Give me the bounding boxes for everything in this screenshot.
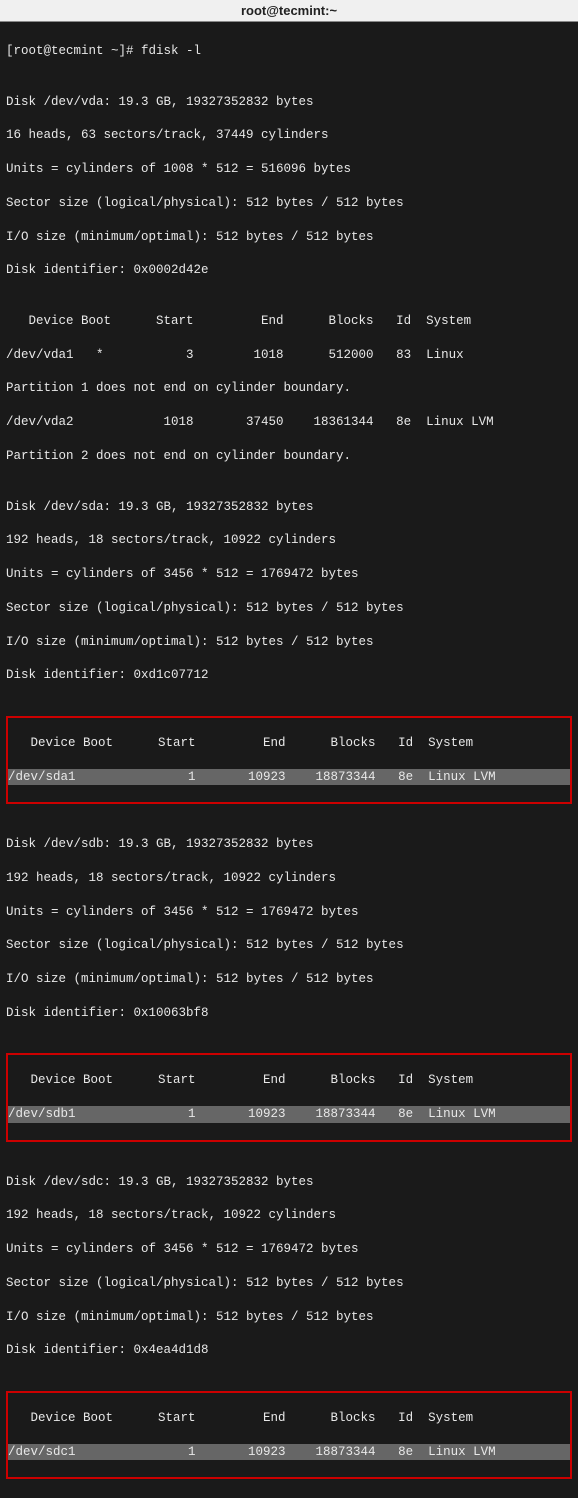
sda-id-line: Disk identifier: 0xd1c07712: [6, 667, 572, 684]
sdc-id-line: Disk identifier: 0x4ea4d1d8: [6, 1342, 572, 1359]
vda-disk-line: Disk /dev/vda: 19.3 GB, 19327352832 byte…: [6, 94, 572, 111]
shell-prompt: [root@tecmint ~]#: [6, 44, 141, 58]
sdb-header: Device Boot Start End Blocks Id System: [8, 1072, 570, 1089]
terminal-output[interactable]: [root@tecmint ~]# fdisk -l Disk /dev/vda…: [0, 22, 578, 1498]
sdb-geom-line: 192 heads, 18 sectors/track, 10922 cylin…: [6, 870, 572, 887]
vda-sector-line: Sector size (logical/physical): 512 byte…: [6, 195, 572, 212]
sdc-highlight-box: Device Boot Start End Blocks Id System /…: [6, 1391, 572, 1479]
sdc-disk-line: Disk /dev/sdc: 19.3 GB, 19327352832 byte…: [6, 1174, 572, 1191]
vda-part1: /dev/vda1 * 3 1018 512000 83 Linux: [6, 347, 572, 364]
vda-warn2: Partition 2 does not end on cylinder bou…: [6, 448, 572, 465]
sdb-part1: /dev/sdb1 1 10923 18873344 8e Linux LVM: [8, 1106, 570, 1123]
sdc-io-line: I/O size (minimum/optimal): 512 bytes / …: [6, 1309, 572, 1326]
vda-io-line: I/O size (minimum/optimal): 512 bytes / …: [6, 229, 572, 246]
sda-geom-line: 192 heads, 18 sectors/track, 10922 cylin…: [6, 532, 572, 549]
vda-part2: /dev/vda2 1018 37450 18361344 8e Linux L…: [6, 414, 572, 431]
sda-sector-line: Sector size (logical/physical): 512 byte…: [6, 600, 572, 617]
vda-geom-line: 16 heads, 63 sectors/track, 37449 cylind…: [6, 127, 572, 144]
prompt-line: [root@tecmint ~]# fdisk -l: [6, 43, 572, 60]
vda-id-line: Disk identifier: 0x0002d42e: [6, 262, 572, 279]
sda-io-line: I/O size (minimum/optimal): 512 bytes / …: [6, 634, 572, 651]
sdb-sector-line: Sector size (logical/physical): 512 byte…: [6, 937, 572, 954]
sda-header: Device Boot Start End Blocks Id System: [8, 735, 570, 752]
sdb-highlight-box: Device Boot Start End Blocks Id System /…: [6, 1053, 572, 1141]
sdc-part1: /dev/sdc1 1 10923 18873344 8e Linux LVM: [8, 1444, 570, 1461]
window-titlebar: root@tecmint:~: [0, 0, 578, 22]
sdb-id-line: Disk identifier: 0x10063bf8: [6, 1005, 572, 1022]
vda-units-line: Units = cylinders of 1008 * 512 = 516096…: [6, 161, 572, 178]
vda-header: Device Boot Start End Blocks Id System: [6, 313, 572, 330]
vda-warn1: Partition 1 does not end on cylinder bou…: [6, 380, 572, 397]
command-text: fdisk -l: [141, 44, 201, 58]
sda-disk-line: Disk /dev/sda: 19.3 GB, 19327352832 byte…: [6, 499, 572, 516]
sdb-disk-line: Disk /dev/sdb: 19.3 GB, 19327352832 byte…: [6, 836, 572, 853]
sdc-sector-line: Sector size (logical/physical): 512 byte…: [6, 1275, 572, 1292]
sda-highlight-box: Device Boot Start End Blocks Id System /…: [6, 716, 572, 804]
sdc-geom-line: 192 heads, 18 sectors/track, 10922 cylin…: [6, 1207, 572, 1224]
sda-part1: /dev/sda1 1 10923 18873344 8e Linux LVM: [8, 769, 570, 786]
sdc-units-line: Units = cylinders of 3456 * 512 = 176947…: [6, 1241, 572, 1258]
sdb-units-line: Units = cylinders of 3456 * 512 = 176947…: [6, 904, 572, 921]
sdb-io-line: I/O size (minimum/optimal): 512 bytes / …: [6, 971, 572, 988]
sdc-header: Device Boot Start End Blocks Id System: [8, 1410, 570, 1427]
sda-units-line: Units = cylinders of 3456 * 512 = 176947…: [6, 566, 572, 583]
